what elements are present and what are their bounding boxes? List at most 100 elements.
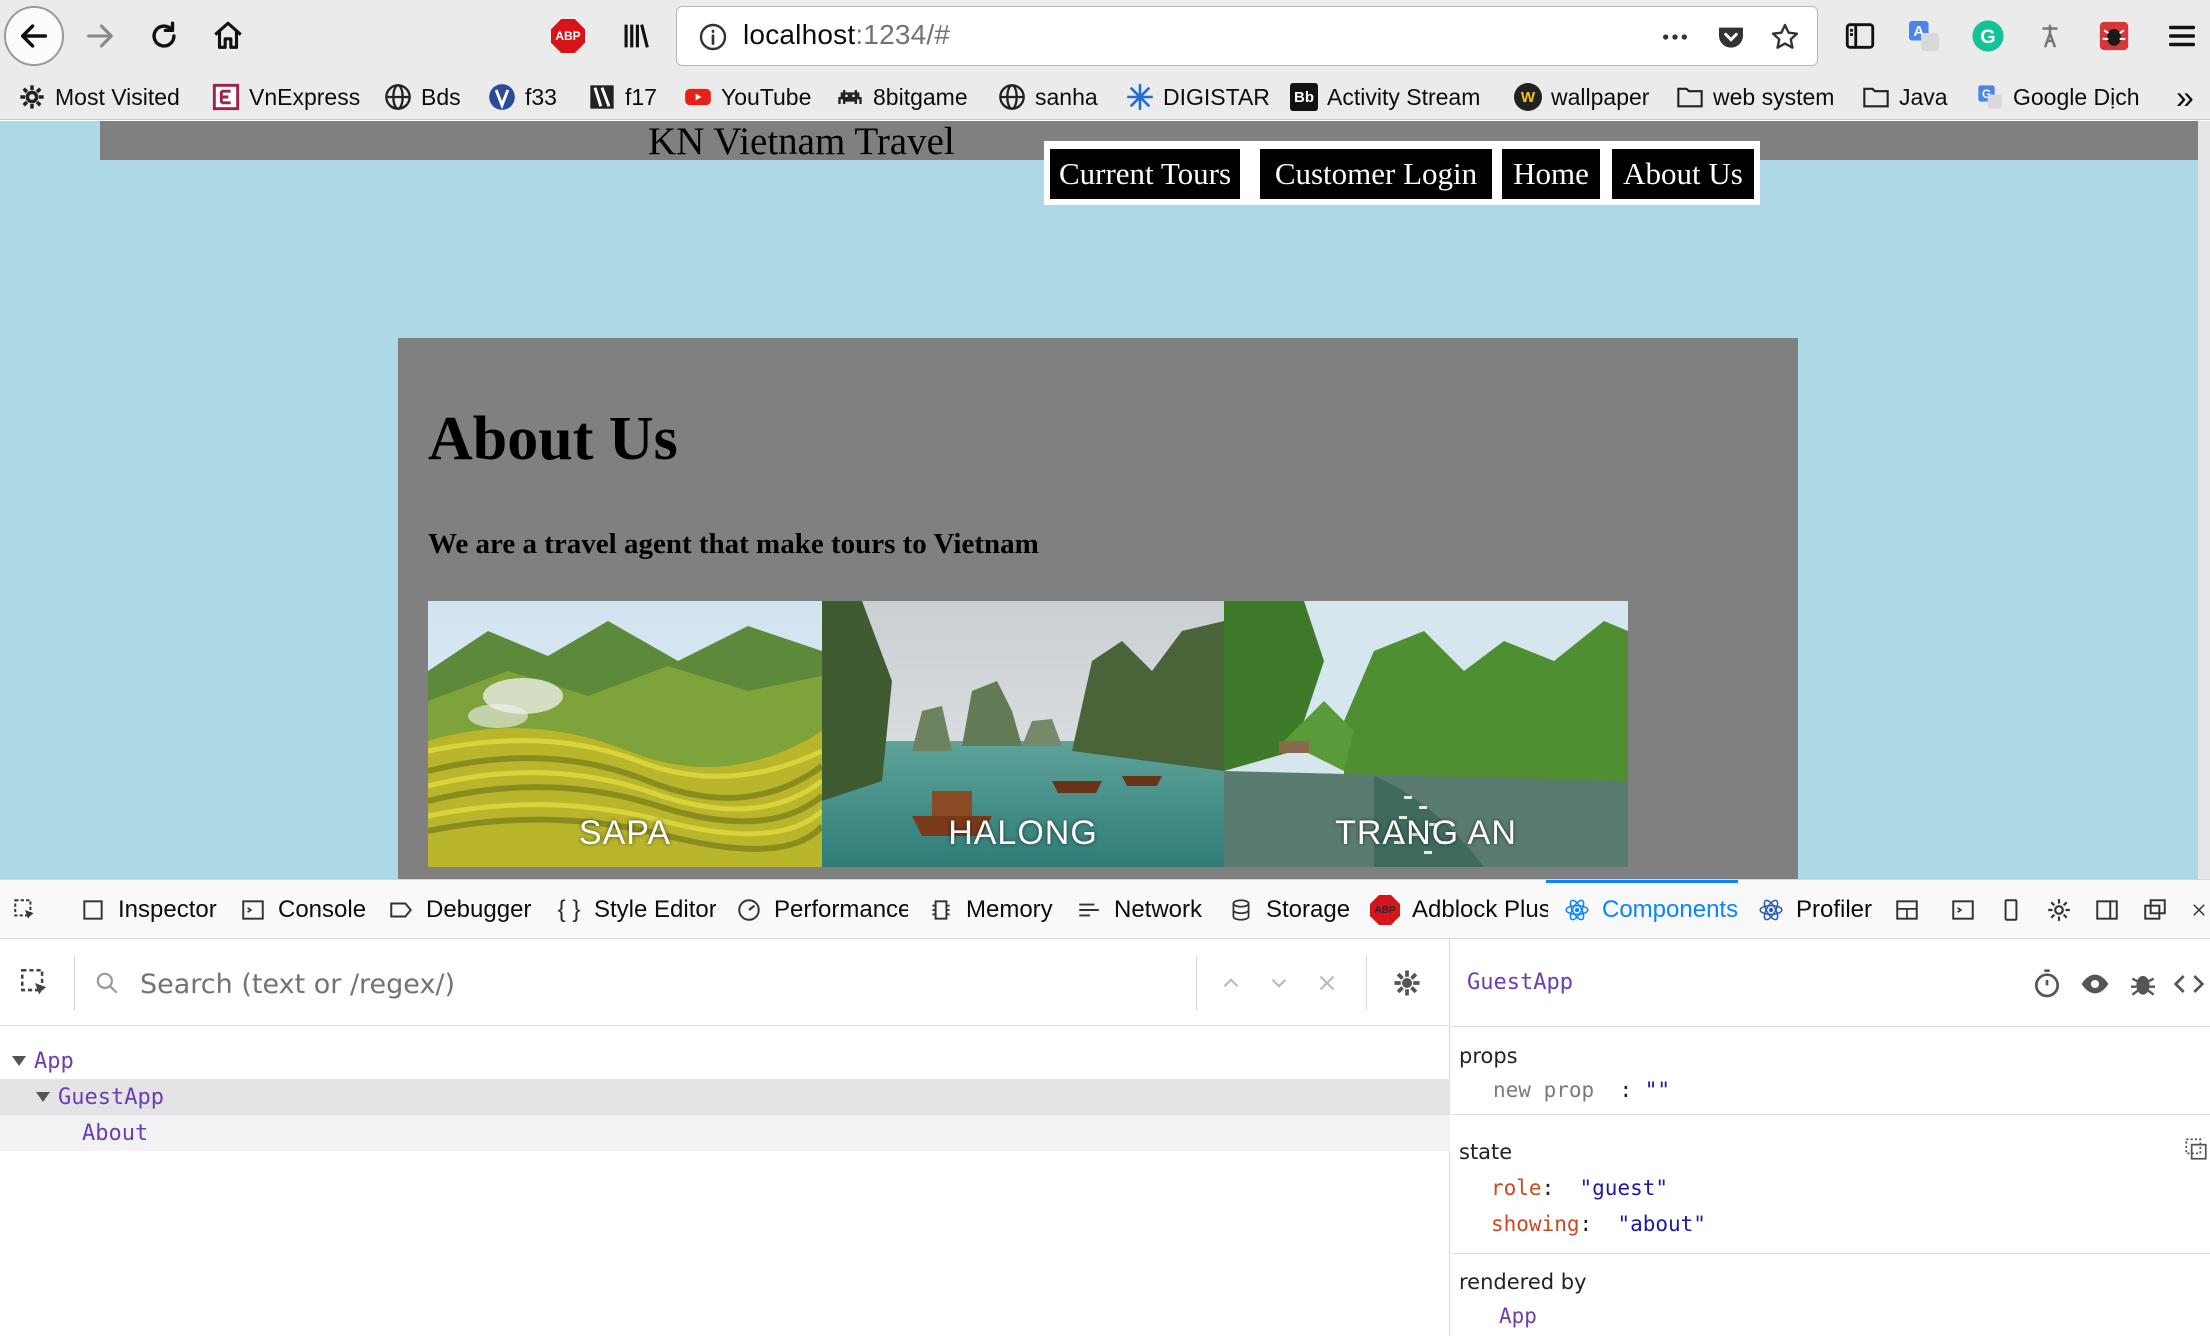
tree-node-about[interactable]: About: [0, 1115, 1450, 1151]
tab-label: Network: [1114, 896, 1203, 923]
tab-performance[interactable]: Performance: [736, 890, 908, 930]
home-button[interactable]: [200, 8, 256, 64]
menu-button[interactable]: [2154, 8, 2210, 64]
split-console-button[interactable]: [1950, 890, 1988, 930]
caret-down-icon[interactable]: [36, 1092, 50, 1102]
tab-inspector[interactable]: Inspector: [80, 890, 220, 930]
caret-down-icon[interactable]: [12, 1056, 26, 1066]
bookmark-label: Bds: [421, 83, 461, 110]
tab-adblock-plus[interactable]: ABP Adblock Plus: [1370, 890, 1548, 930]
prop-value[interactable]: "": [1645, 1078, 1670, 1102]
tab-label: Performance: [774, 896, 908, 923]
sidebar-button[interactable]: [1832, 8, 1888, 64]
bookmark-activity-stream[interactable]: Bb Activity Stream: [1290, 80, 1480, 114]
library-button[interactable]: [608, 8, 664, 64]
gear-icon: [20, 85, 44, 109]
reload-button[interactable]: [136, 8, 192, 64]
bookmark-bds[interactable]: Bds: [384, 80, 461, 114]
tree-node-label: About: [82, 1120, 149, 1146]
dock-side-button[interactable]: [2094, 890, 2132, 930]
bookmark-youtube[interactable]: YouTube: [684, 80, 811, 114]
chevron-up-icon[interactable]: [1218, 970, 1244, 996]
url-bar[interactable]: localhost:1234/#: [676, 6, 1818, 66]
forward-button[interactable]: [72, 8, 128, 64]
stopwatch-icon[interactable]: [2031, 968, 2063, 1000]
bookmark-8bitgame[interactable]: 8bitgame: [836, 80, 968, 114]
close-devtools-button[interactable]: [2190, 890, 2210, 930]
react-icon: [1565, 899, 1589, 921]
bookmark-google-dich[interactable]: G Google Dịch: [1976, 80, 2140, 114]
code-icon[interactable]: [2173, 968, 2205, 1000]
globe-icon: [999, 84, 1025, 110]
tab-debugger[interactable]: Debugger: [388, 890, 532, 930]
tab-style-editor[interactable]: { } Style Editor: [556, 890, 716, 930]
responsive-mode-button[interactable]: [1998, 890, 2036, 930]
tab-components[interactable]: Components: [1564, 890, 1740, 930]
url-text[interactable]: localhost:1234/#: [743, 19, 950, 51]
state-value[interactable]: "about": [1617, 1212, 1706, 1236]
memory-icon: [932, 900, 950, 920]
nav-current-tours[interactable]: Current Tours: [1050, 149, 1240, 199]
tab-storage[interactable]: Storage: [1228, 890, 1352, 930]
page-actions-button[interactable]: [1657, 19, 1693, 55]
bookmark-label: DIGISTAR: [1163, 83, 1270, 110]
info-icon[interactable]: [697, 21, 729, 53]
w-icon: W: [1514, 83, 1542, 111]
nav-customer-login[interactable]: Customer Login: [1260, 149, 1492, 199]
bookmarks-overflow-button[interactable]: »: [2176, 79, 2194, 115]
bookmark-f17[interactable]: f17: [588, 80, 657, 114]
state-value[interactable]: "guest": [1580, 1176, 1669, 1200]
tab-console[interactable]: Console: [240, 890, 368, 930]
bookmark-wallpaper[interactable]: W wallpaper: [1514, 80, 1649, 114]
settings-button[interactable]: [2046, 890, 2084, 930]
grammarly-button[interactable]: G: [1968, 16, 2008, 56]
prop-row[interactable]: new prop : "": [1493, 1078, 1670, 1102]
state-heading: state: [1459, 1140, 1513, 1164]
pocket-button[interactable]: [1713, 19, 1749, 55]
tree-node-app[interactable]: App: [0, 1043, 1450, 1079]
gear-icon[interactable]: [1392, 968, 1422, 998]
picker-icon[interactable]: [18, 966, 52, 1000]
close-icon[interactable]: [1314, 970, 1340, 996]
rendered-by-link[interactable]: App: [1499, 1304, 1537, 1328]
separate-window-button[interactable]: [2142, 890, 2180, 930]
translate-addon-button[interactable]: A: [1904, 16, 1944, 56]
sidebar-icon: [1845, 23, 1875, 49]
bookmark-folder-web-system[interactable]: web system: [1676, 80, 1834, 114]
back-button[interactable]: [4, 6, 64, 66]
window-icon: [2144, 899, 2166, 920]
tab-network[interactable]: Network: [1076, 890, 1208, 930]
search-input[interactable]: [140, 964, 940, 1004]
state-row[interactable]: showing: "about": [1491, 1212, 1706, 1236]
browser-toolbar: ABP localhost:1234/# A G: [0, 0, 2210, 72]
bookmark-f33[interactable]: f33: [488, 80, 557, 114]
page-scrollbar[interactable]: [2198, 121, 2210, 879]
page-viewport: KN Vietnam Travel Current Tours Customer…: [0, 121, 2210, 879]
tree-node-guestapp[interactable]: GuestApp: [0, 1079, 1450, 1115]
photo-sapa: SAPA: [428, 601, 822, 867]
frames-button[interactable]: [1894, 890, 1932, 930]
state-row[interactable]: role: "guest": [1491, 1176, 1668, 1200]
picker-icon: [14, 899, 34, 919]
devtools-tab-strip: Inspector Console Debugger { } Style Edi…: [0, 879, 2210, 939]
bookmark-digistar[interactable]: DIGISTAR: [1126, 80, 1270, 114]
chevron-down-icon[interactable]: [1266, 970, 1292, 996]
bookmark-sanha[interactable]: sanha: [998, 80, 1098, 114]
hanzi-addon-button[interactable]: [2030, 16, 2070, 56]
element-picker-button[interactable]: [12, 890, 50, 930]
react-devtools-addon-button[interactable]: [2094, 16, 2134, 56]
bookmark-vnexpress[interactable]: VnExpress: [212, 80, 360, 114]
bookmark-star-button[interactable]: [1767, 19, 1803, 55]
copy-icon[interactable]: [2183, 1136, 2209, 1162]
photo-label-trang-an: TRANG AN: [1335, 814, 1517, 852]
tab-profiler[interactable]: Profiler: [1758, 890, 1878, 930]
bookmark-most-visited[interactable]: Most Visited: [18, 80, 180, 114]
adblock-button[interactable]: ABP: [548, 16, 588, 56]
tab-memory[interactable]: Memory: [928, 890, 1056, 930]
bookmark-folder-java[interactable]: Java: [1862, 80, 1948, 114]
nav-about-us[interactable]: About Us: [1612, 149, 1754, 199]
bug-icon[interactable]: [2127, 968, 2159, 1000]
prop-key: new prop: [1493, 1078, 1595, 1102]
nav-home[interactable]: Home: [1502, 149, 1600, 199]
eye-icon[interactable]: [2079, 968, 2111, 1000]
